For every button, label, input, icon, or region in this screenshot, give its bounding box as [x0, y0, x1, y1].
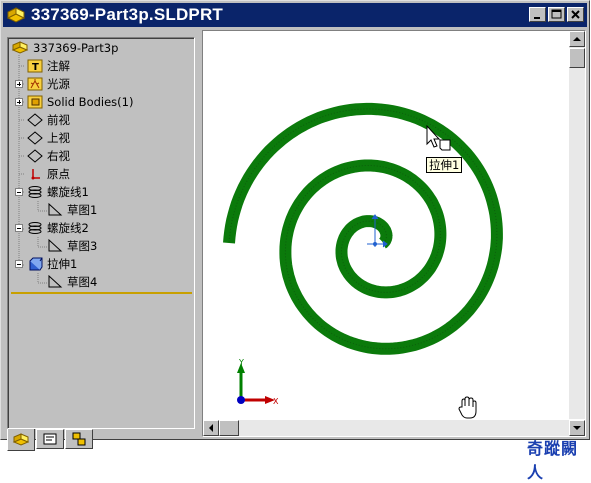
origin-icon	[31, 169, 40, 180]
collapse-toggle[interactable]	[15, 188, 23, 196]
rollback-bar[interactable]	[11, 292, 192, 294]
tree-item-front-plane[interactable]: 前视	[27, 111, 70, 129]
sketch-icon	[48, 239, 63, 252]
tree-item-sketch1[interactable]: 草图1	[47, 201, 97, 219]
triad-x-label: X	[273, 397, 279, 406]
reference-triad: Y X	[237, 358, 279, 406]
tree-item-label: 草图1	[67, 203, 98, 217]
scroll-up-button[interactable]	[569, 31, 585, 47]
tree-item-label: 拉伸1	[47, 257, 78, 271]
part-window: 337369-Part3p.SLDPRT 337369-Part3p T 注解 …	[0, 0, 590, 451]
collapse-toggle[interactable]	[15, 260, 23, 268]
tree-root[interactable]: 337369-Part3p	[11, 39, 118, 57]
tab-configuration-manager[interactable]	[65, 429, 93, 449]
scroll-left-button[interactable]	[203, 420, 219, 436]
svg-text:T: T	[32, 62, 39, 73]
close-icon	[571, 10, 580, 19]
property-manager-icon	[43, 433, 57, 445]
feature-manager-tree[interactable]: 337369-Part3p T 注解 光源 Solid Bodies(1) 前视	[7, 37, 195, 429]
solid-bodies-folder-icon	[27, 95, 43, 109]
feature-tooltip: 拉伸1	[426, 157, 463, 173]
tree-item-label: 右视	[47, 149, 70, 163]
tree-item-solid-bodies[interactable]: Solid Bodies(1)	[27, 93, 133, 111]
arrow-left-icon	[209, 424, 213, 432]
tab-property-manager[interactable]	[36, 429, 64, 449]
tree-item-sketch4[interactable]: 草图4	[47, 273, 97, 291]
plane-icon	[27, 149, 43, 163]
tab-feature-manager[interactable]	[7, 429, 35, 451]
tree-item-label: 原点	[47, 167, 70, 181]
tree-item-label: 草图3	[67, 239, 98, 253]
tree-item-annotations[interactable]: T 注解	[27, 57, 70, 75]
tree-item-lights[interactable]: 光源	[27, 75, 70, 93]
hand-cursor-icon	[458, 396, 477, 419]
spiral-model: Y X	[223, 102, 503, 419]
collapse-toggle[interactable]	[15, 224, 23, 232]
expand-toggle[interactable]	[15, 98, 23, 106]
title-bar[interactable]: 337369-Part3p.SLDPRT	[3, 3, 587, 27]
tree-item-label: Solid Bodies(1)	[47, 95, 134, 109]
extrude-icon	[29, 257, 43, 271]
arrow-up-icon	[573, 37, 581, 41]
part-icon	[11, 41, 29, 54]
configuration-manager-icon	[72, 432, 86, 446]
tree-root-label: 337369-Part3p	[33, 41, 119, 55]
horizontal-scroll-thumb[interactable]	[219, 420, 239, 436]
plane-icon	[27, 131, 43, 145]
tree-item-label: 注解	[47, 59, 70, 73]
maximize-button[interactable]	[548, 7, 565, 22]
tree-item-label: 螺旋线1	[47, 185, 89, 199]
minimize-button[interactable]	[529, 7, 546, 22]
solidworks-part-icon	[6, 7, 26, 23]
horizontal-scrollbar[interactable]	[203, 420, 569, 436]
scroll-down-button[interactable]	[569, 420, 585, 436]
sketch-icon	[48, 275, 63, 288]
tree-item-label: 草图4	[67, 275, 98, 289]
tree-item-label: 光源	[47, 77, 70, 91]
tree-item-helix2[interactable]: 螺旋线2	[27, 219, 89, 237]
window-title: 337369-Part3p.SLDPRT	[31, 5, 224, 24]
tree-item-extrude1[interactable]: 拉伸1	[27, 255, 77, 273]
helix-icon	[28, 186, 42, 198]
expand-toggle[interactable]	[15, 80, 23, 88]
plane-icon	[27, 113, 43, 127]
close-button[interactable]	[567, 7, 584, 22]
graphics-viewport[interactable]: Y X 拉伸1	[202, 30, 586, 437]
tree-item-top-plane[interactable]: 上视	[27, 129, 70, 147]
tree-item-label: 螺旋线2	[47, 221, 89, 235]
sketch-icon	[48, 203, 63, 216]
arrow-down-icon	[573, 426, 581, 430]
tree-item-origin[interactable]: 原点	[27, 165, 70, 183]
triad-y-label: Y	[238, 358, 244, 367]
manager-tabs	[7, 429, 94, 451]
minimize-icon	[534, 17, 540, 19]
lights-icon	[27, 77, 43, 91]
helix-icon	[28, 222, 42, 234]
tree-item-sketch3[interactable]: 草图3	[47, 237, 97, 255]
spiral-extrude-body	[223, 102, 503, 355]
feature-manager-icon	[12, 432, 30, 446]
tree-item-label: 上视	[47, 131, 70, 145]
tree-item-helix1[interactable]: 螺旋线1	[27, 183, 89, 201]
maximize-icon	[551, 9, 562, 19]
watermark: 奇蹤闕人	[527, 439, 579, 482]
tree-item-right-plane[interactable]: 右视	[27, 147, 70, 165]
annotations-icon: T	[27, 59, 43, 73]
vertical-scrollbar[interactable]	[569, 31, 585, 419]
scroll-thumb[interactable]	[569, 48, 585, 68]
tree-item-label: 前视	[47, 113, 70, 127]
